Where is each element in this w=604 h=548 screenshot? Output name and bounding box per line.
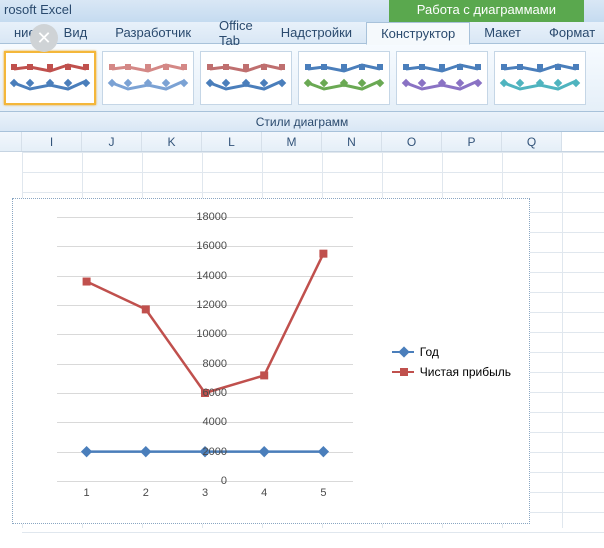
chart-object[interactable]: 12345 Год Чистая прибыль 020004000600080… — [12, 198, 530, 524]
column-header[interactable]: J — [82, 132, 142, 151]
y-tick-label: 0 — [187, 475, 227, 487]
ribbon-tabs: ниеВидРазработчикOffice TabНадстройкиКон… — [0, 22, 604, 44]
y-tick-label: 14000 — [187, 270, 227, 282]
ribbon-tab[interactable]: Конструктор — [366, 22, 470, 45]
app-title: rosoft Excel — [4, 2, 72, 17]
chart-style-option[interactable] — [4, 51, 96, 105]
y-tick-label: 10000 — [187, 328, 227, 340]
contextual-tab-label: Работа с диаграммами — [389, 0, 584, 22]
legend-item[interactable]: Год — [392, 345, 511, 359]
x-tick-label: 1 — [77, 487, 97, 499]
x-tick-label: 2 — [136, 487, 156, 499]
x-tick-label: 5 — [313, 487, 333, 499]
x-tick-label: 3 — [195, 487, 215, 499]
chart-style-option[interactable] — [298, 51, 390, 105]
title-bar: rosoft Excel Работа с диаграммами — [0, 0, 604, 22]
legend-marker-icon — [392, 371, 414, 373]
column-header[interactable]: L — [202, 132, 262, 151]
column-header[interactable]: M — [262, 132, 322, 151]
y-tick-label: 6000 — [187, 387, 227, 399]
column-header[interactable]: I — [22, 132, 82, 151]
y-tick-label: 4000 — [187, 416, 227, 428]
legend-item[interactable]: Чистая прибыль — [392, 365, 511, 379]
chart-style-option[interactable] — [494, 51, 586, 105]
ribbon-tab[interactable]: Макет — [470, 22, 535, 43]
chart-styles-gallery — [0, 44, 604, 112]
legend-label: Чистая прибыль — [420, 365, 511, 379]
gallery-label: Стили диаграмм — [0, 112, 604, 132]
y-tick-label: 18000 — [187, 211, 227, 223]
chart-style-option[interactable] — [396, 51, 488, 105]
chart-style-option[interactable] — [200, 51, 292, 105]
column-header[interactable]: K — [142, 132, 202, 151]
legend-label: Год — [420, 345, 439, 359]
column-header[interactable]: P — [442, 132, 502, 151]
plot-area: 12345 — [57, 217, 353, 481]
legend-marker-icon — [392, 351, 414, 353]
y-tick-label: 2000 — [187, 446, 227, 458]
ribbon-tab[interactable]: Надстройки — [267, 22, 366, 43]
ribbon-tab[interactable]: Разработчик — [101, 22, 205, 43]
column-headers[interactable]: IJKLMNOPQ — [0, 132, 604, 152]
y-tick-label: 16000 — [187, 240, 227, 252]
ribbon-tab[interactable]: Office Tab — [205, 15, 267, 51]
column-header[interactable]: N — [322, 132, 382, 151]
close-icon[interactable]: ✕ — [30, 24, 58, 52]
chart-style-option[interactable] — [102, 51, 194, 105]
y-tick-label: 8000 — [187, 358, 227, 370]
x-tick-label: 4 — [254, 487, 274, 499]
legend[interactable]: Год Чистая прибыль — [392, 345, 511, 385]
column-header[interactable]: O — [382, 132, 442, 151]
y-tick-label: 12000 — [187, 299, 227, 311]
column-header[interactable]: Q — [502, 132, 562, 151]
ribbon-tab[interactable]: Формат — [535, 22, 604, 43]
